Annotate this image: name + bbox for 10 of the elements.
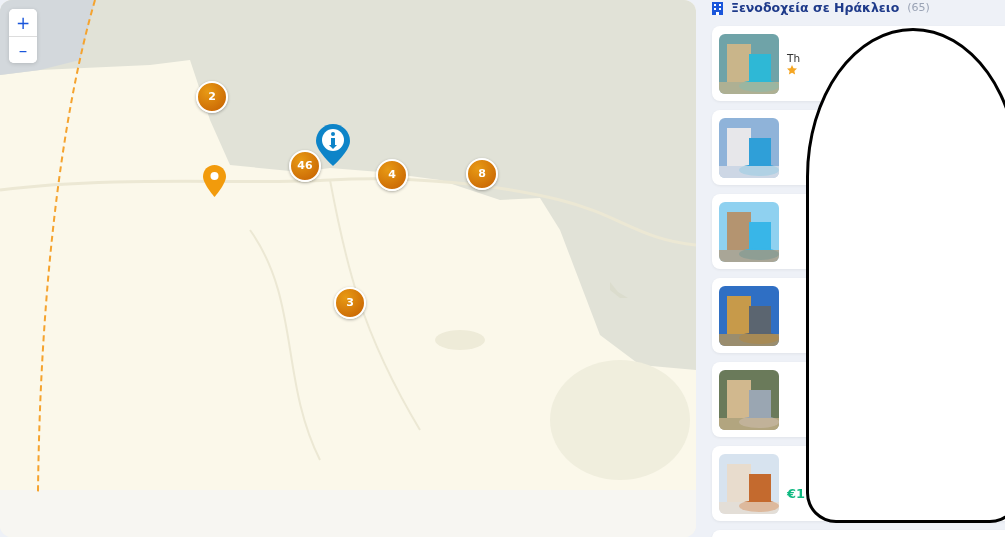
info-pin-icon[interactable] bbox=[316, 124, 350, 166]
star-icon bbox=[787, 65, 797, 76]
map-pin-icon[interactable] bbox=[203, 165, 226, 197]
list-title: Ξενοδοχεία σε Ηράκλειο bbox=[731, 0, 900, 18]
zoom-in-button[interactable]: + bbox=[9, 9, 37, 36]
hotel-name: Th bbox=[787, 51, 801, 66]
zoom-out-button[interactable]: – bbox=[9, 36, 37, 63]
hotel-price: €1 bbox=[787, 486, 806, 503]
result-count: (65) bbox=[907, 0, 930, 17]
hotel-icon bbox=[712, 2, 723, 15]
